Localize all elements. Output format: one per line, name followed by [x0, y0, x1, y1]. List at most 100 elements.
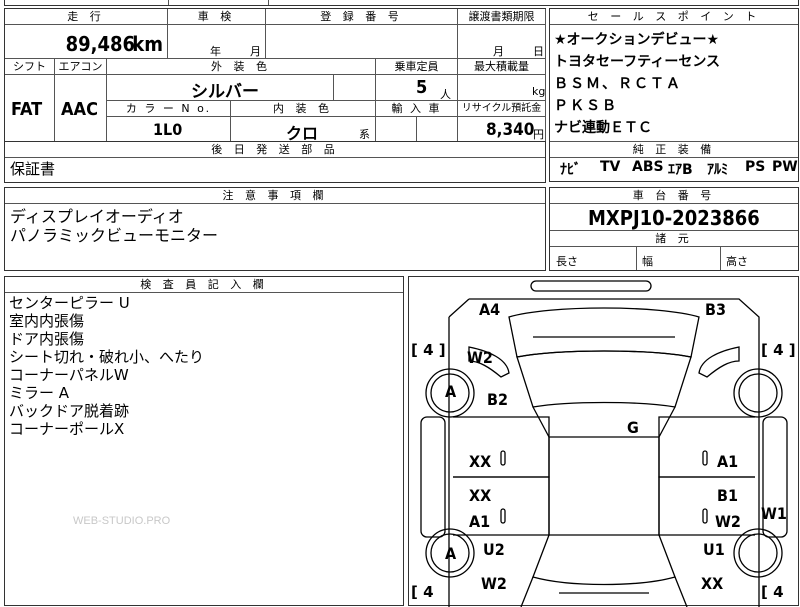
aircon-cell: AAC — [55, 75, 107, 142]
exterior-color-value: シルバー — [191, 82, 259, 101]
aircon-header: エアコン — [55, 59, 107, 75]
inspector-note-7: バックドア脱着跡 — [9, 402, 130, 420]
notes-line-2: パノラミックビューモニター — [10, 226, 219, 245]
equipment-ps: PS — [745, 159, 766, 175]
mark-xx-left2: XX — [469, 486, 492, 505]
vehicle-info-table: 走 行 車 検 登 録 番 号 譲渡書類期限 89,486 km 年 月 月 日… — [4, 8, 546, 142]
sales-point-1: ★オークションデビュー★ — [554, 32, 720, 48]
mark-xx-bottom: XX — [701, 574, 724, 593]
capacity-unit: 人 — [440, 88, 451, 101]
car-diagram-box: [ 4 ] [ 4 ] [ 4 [ 4 A4 B3 W2 A B2 G XX A… — [408, 276, 799, 607]
equipment-pw: PW — [772, 159, 798, 175]
mark-w2-top: W2 — [467, 348, 493, 367]
mileage-value: 89,486 — [65, 32, 135, 56]
reg-number-header: 登 録 番 号 — [266, 9, 458, 25]
width-label: 幅 — [642, 255, 653, 268]
inspector-note-1: センターピラー U — [9, 294, 130, 312]
right-mirror — [698, 346, 740, 378]
import-header: 輸 入 車 — [376, 101, 458, 117]
equipment-header: 純 正 装 備 — [550, 141, 798, 158]
front-bumper-shape — [530, 280, 652, 292]
exterior-color-header: 外 装 色 — [107, 59, 376, 75]
dim-divider-1 — [636, 246, 637, 270]
interior-color-cell: クロ 系 — [231, 117, 376, 142]
mark-b3: B3 — [705, 300, 726, 319]
capacity-value: 5 — [416, 77, 428, 98]
mileage-unit: km — [132, 32, 163, 56]
chassis-value: MXPJ10-2023866 — [588, 206, 760, 230]
sales-points-header: セ ー ル ス ポ イ ン ト — [550, 9, 798, 25]
equipment-abs: ABS — [632, 159, 664, 175]
sales-point-2: トヨタセーフティーセンス — [554, 54, 721, 70]
mark-g: G — [627, 418, 639, 437]
left-rear-door — [453, 476, 550, 536]
notes-header: 注 意 事 項 欄 — [5, 188, 545, 204]
height-label: 高さ — [726, 255, 748, 268]
inspector-box: 検 査 員 記 入 欄 センターピラー U 室内内張傷 ドア内張傷 シート切れ・… — [4, 276, 404, 606]
right-front-door — [658, 416, 755, 478]
watermark: WEB-STUDIO.PRO — [73, 515, 171, 527]
dimensions-header: 諸 元 — [550, 230, 798, 247]
mark-w2-bottom: W2 — [481, 574, 507, 593]
sales-points-box: セ ー ル ス ポ イ ン ト ★オークションデビュー★ トヨタセーフティーセン… — [549, 8, 799, 182]
load-unit: kg — [532, 85, 546, 98]
inspector-header: 検 査 員 記 入 欄 — [5, 277, 403, 293]
import-cell-1 — [376, 117, 417, 142]
dim-divider-2 — [720, 246, 721, 270]
color-no-header: カ ラ ー N o. — [107, 101, 231, 117]
inspection-month-unit: 月 — [250, 45, 261, 58]
tire-right-top-label: [ 4 ] — [761, 341, 796, 359]
mark-w1: W1 — [761, 504, 787, 523]
top-strip-cell-1 — [99, 0, 169, 5]
color-no-value: 1L0 — [153, 120, 183, 139]
tire-left-top-label: [ 4 ] — [411, 341, 446, 359]
mark-a1-left: A1 — [469, 512, 491, 531]
mileage-header: 走 行 — [5, 9, 168, 25]
later-parts-header: 後 日 発 送 部 品 — [5, 142, 545, 158]
inspector-note-6: ミラー A — [9, 384, 70, 402]
left-front-door — [453, 416, 550, 478]
equipment-alloy: ｱﾙﾐ — [707, 162, 728, 178]
body-outline — [448, 298, 760, 607]
transfer-month-unit: 月 — [493, 45, 504, 58]
top-strip — [4, 0, 799, 6]
mark-u2: U2 — [483, 540, 505, 559]
inspector-note-8: コーナーポールX — [9, 420, 125, 438]
max-load-header: 最大積載量 — [458, 59, 546, 75]
transfer-limit-header: 譲渡書類期限 — [458, 9, 546, 25]
recycle-cell: 8,340 円 — [458, 117, 546, 142]
recycle-value: 8,340 — [486, 120, 535, 140]
car-diagram — [420, 280, 788, 607]
max-load-cell: kg — [458, 75, 546, 101]
equipment-row: ﾅﾋﾞ TV ABS ｴｱB ｱﾙﾐ PS PW — [550, 159, 798, 179]
inspector-note-4: シート切れ・破れ小、へたり — [9, 348, 205, 366]
equipment-airbag: ｴｱB — [668, 162, 693, 178]
exterior-color-cell: シルバー — [107, 75, 334, 101]
tire-left-bottom-label: [ 4 — [411, 583, 434, 601]
sales-point-3: ＢＳＭ、ＲＣＴＡ — [554, 76, 682, 92]
recycle-unit: 円 — [533, 128, 544, 141]
rear-panel — [520, 576, 688, 607]
length-label: 長さ — [556, 255, 578, 268]
transfer-day-unit: 日 — [533, 45, 544, 58]
inspector-note-5: コーナーパネルW — [9, 366, 129, 384]
inspector-note-2: 室内内張傷 — [9, 312, 85, 330]
exterior-color-extra — [334, 75, 376, 101]
rear-window — [532, 534, 676, 586]
hood-shape — [508, 307, 700, 358]
mark-w2-right: W2 — [715, 512, 741, 531]
later-parts-box: 後 日 発 送 部 品 保証書 — [4, 141, 546, 183]
aircon-value: AAC — [61, 99, 98, 120]
mark-u1: U1 — [703, 540, 725, 559]
mark-a1-right1: A1 — [717, 452, 739, 471]
interior-suffix: 系 — [359, 128, 370, 141]
capacity-cell: 5 人 — [376, 75, 458, 101]
chassis-box: 車 台 番 号 MXPJ10-2023866 諸 元 長さ 幅 高さ — [549, 187, 799, 271]
recycle-header: リサイクル預託金 — [458, 101, 546, 117]
tire-right-bottom-label: [ 4 — [761, 583, 784, 601]
shift-header: シフト — [5, 59, 55, 75]
inspection-header: 車 検 — [168, 9, 266, 25]
reg-number-cell — [266, 25, 458, 59]
mark-xx-left1: XX — [469, 452, 492, 471]
shift-cell: FAT — [5, 75, 55, 142]
